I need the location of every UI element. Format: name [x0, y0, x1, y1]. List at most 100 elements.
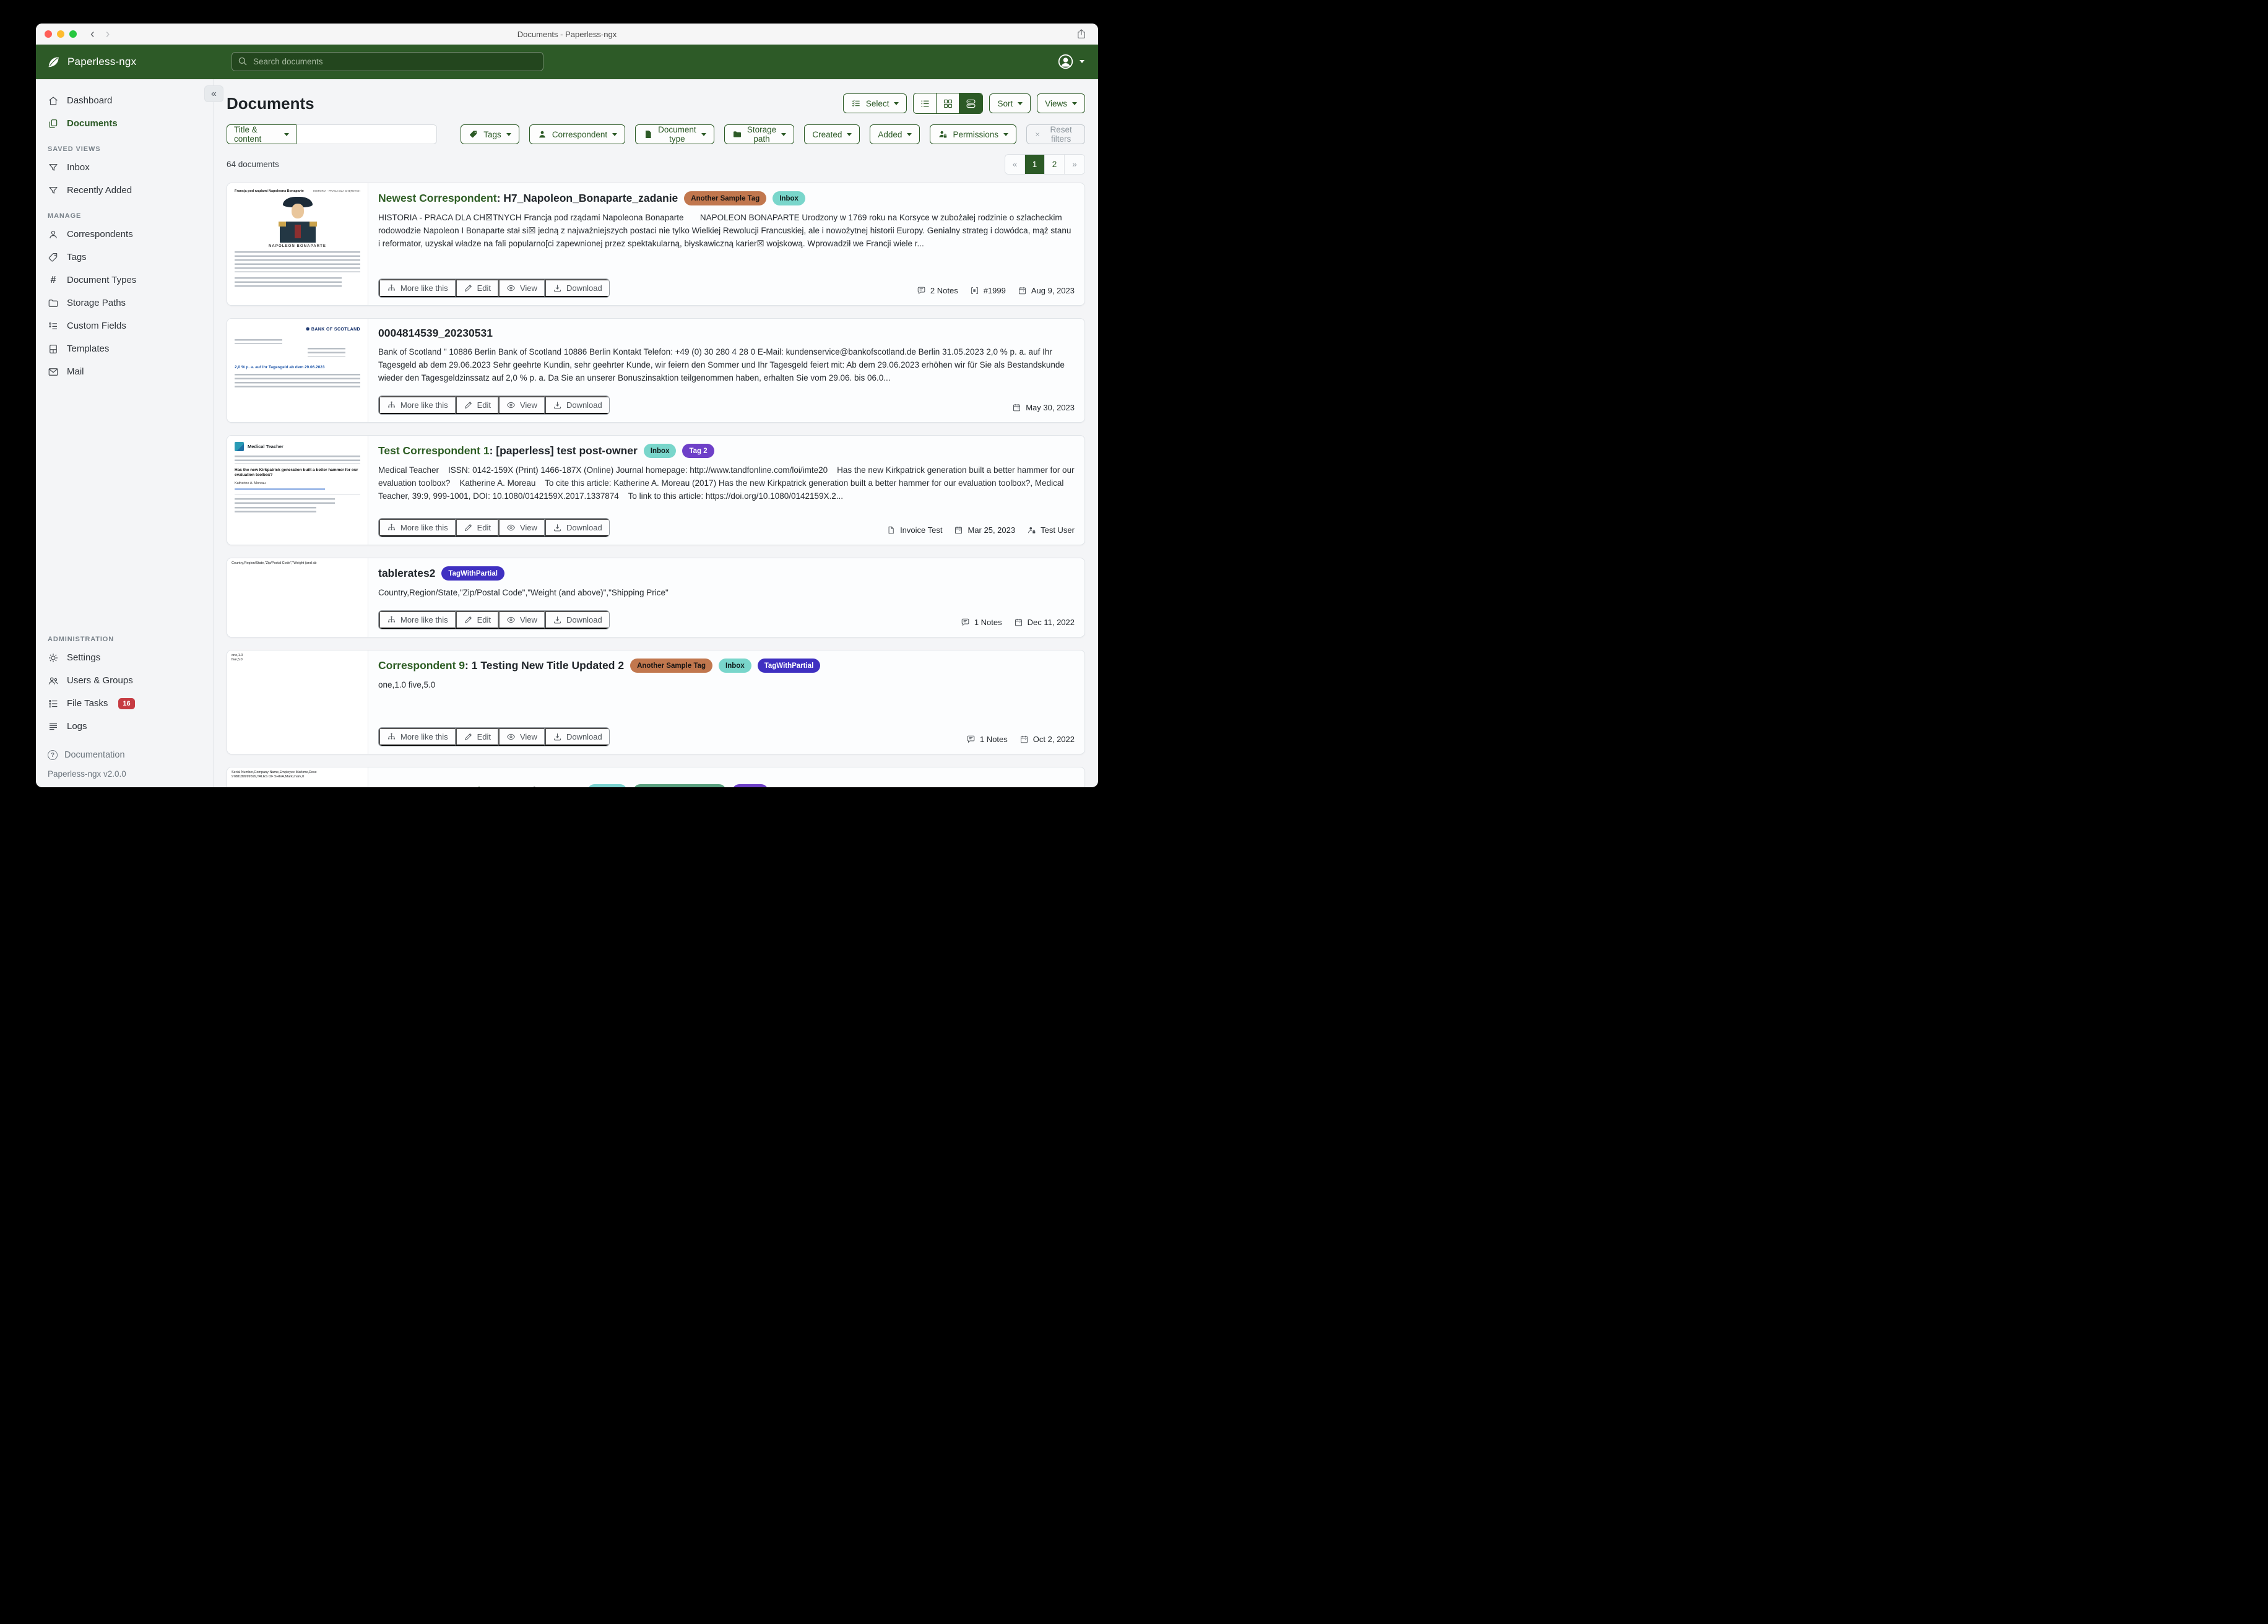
document-type-meta[interactable]: Invoice Test — [886, 525, 942, 535]
search-input[interactable] — [232, 52, 543, 71]
back-button[interactable]: ‹ — [90, 28, 95, 40]
minimize-button[interactable] — [57, 30, 64, 38]
download-button[interactable]: Download — [545, 611, 609, 629]
close-button[interactable] — [45, 30, 52, 38]
view-mode-detail-button[interactable] — [959, 93, 982, 113]
views-button[interactable]: Views — [1037, 93, 1085, 113]
sidebar-item-mail[interactable]: Mail — [36, 360, 214, 383]
document-correspondent[interactable]: Newest Correspondent — [378, 785, 497, 787]
sidebar-item-custom-fields[interactable]: Custom Fields — [36, 314, 214, 337]
document-name: Sample100.csv — [503, 785, 581, 787]
documentation-link[interactable]: ? Documentation — [36, 745, 214, 765]
select-button[interactable]: Select — [843, 93, 907, 113]
account-menu[interactable] — [1057, 53, 1084, 70]
document-correspondent[interactable]: Newest Correspondent — [378, 192, 497, 204]
share-icon[interactable] — [1076, 28, 1087, 40]
tag-pill[interactable] — [587, 784, 627, 787]
tag-pill[interactable]: Inbox — [773, 191, 805, 205]
view-mode-list-button[interactable] — [914, 93, 937, 113]
pagination-page-1[interactable]: 1 — [1025, 155, 1045, 174]
view-button[interactable]: View — [498, 279, 545, 297]
sidebar-item-documents[interactable]: Documents — [36, 112, 214, 135]
view-button[interactable]: View — [498, 519, 545, 537]
sidebar-item-settings[interactable]: Settings — [36, 646, 214, 669]
forward-button[interactable]: › — [106, 28, 110, 40]
tag-pill[interactable]: Inbox — [719, 659, 751, 673]
more-like-this-button[interactable]: More like this — [379, 519, 456, 537]
tag-pill[interactable]: TagWithPartial — [441, 566, 504, 581]
tag-pill[interactable]: Tag 2 — [682, 444, 714, 458]
notes-meta[interactable]: 1 Notes — [961, 618, 1002, 627]
edit-button[interactable]: Edit — [456, 728, 498, 746]
document-title[interactable]: 0004814539_20230531 — [378, 327, 493, 340]
barcode-icon — [970, 286, 979, 295]
tag-pill[interactable] — [732, 784, 768, 787]
sidebar-item-templates[interactable]: Templates — [36, 337, 214, 360]
pagination-page-2[interactable]: 2 — [1045, 155, 1065, 174]
title-content-input[interactable] — [296, 124, 437, 144]
notes-meta[interactable]: 2 Notes — [917, 286, 958, 295]
more-like-this-button[interactable]: More like this — [379, 728, 456, 746]
app-brand[interactable]: Paperless-ngx — [36, 55, 136, 69]
sidebar-item-recently-added[interactable]: Recently Added — [36, 179, 214, 202]
sort-button[interactable]: Sort — [989, 93, 1031, 113]
document-title[interactable]: Correspondent 9: 1 Testing New Title Upd… — [378, 659, 624, 672]
title-content-dropdown[interactable]: Title & content — [227, 124, 296, 144]
tag-pill[interactable] — [633, 784, 726, 787]
sidebar-collapse-button[interactable]: « — [204, 85, 223, 102]
zoom-button[interactable] — [69, 30, 77, 38]
document-correspondent[interactable]: Test Correspondent 1 — [378, 444, 490, 457]
notes-meta[interactable]: 1 Notes — [966, 735, 1008, 744]
download-button[interactable]: Download — [545, 279, 609, 297]
added-filter-button[interactable]: Added — [870, 124, 920, 144]
document-title[interactable]: Newest Correspondent: H7_Napoleon_Bonapa… — [378, 192, 678, 205]
permissions-filter-button[interactable]: Permissions — [930, 124, 1016, 144]
tags-filter-button[interactable]: Tags — [461, 124, 519, 144]
more-like-this-button[interactable]: More like this — [379, 279, 456, 297]
edit-button[interactable]: Edit — [456, 519, 498, 537]
sidebar-item-file-tasks[interactable]: File Tasks 16 — [36, 692, 214, 715]
storage-path-filter-button[interactable]: Storage path — [724, 124, 795, 144]
document-thumbnail[interactable]: one,1.0 five,5.0 — [227, 650, 368, 754]
edit-button[interactable]: Edit — [456, 396, 498, 414]
view-mode-grid-button[interactable] — [937, 93, 959, 113]
document-thumbnail[interactable]: Francja pod rządami Napoleona Bonaparte … — [227, 183, 368, 305]
tag-pill[interactable]: Another Sample Tag — [684, 191, 766, 205]
document-title[interactable]: tablerates2 — [378, 567, 435, 580]
document-title[interactable]: Test Correspondent 1: [paperless] test p… — [378, 444, 638, 457]
pagination-prev[interactable]: « — [1005, 155, 1025, 174]
download-button[interactable]: Download — [545, 728, 609, 746]
document-thumbnail[interactable]: Country,Region/State,"Zip/Postal Code","… — [227, 558, 368, 637]
sidebar-item-tags[interactable]: Tags — [36, 246, 214, 269]
sidebar-item-inbox[interactable]: Inbox — [36, 156, 214, 179]
created-filter-button[interactable]: Created — [804, 124, 860, 144]
pagination-next[interactable]: » — [1065, 155, 1084, 174]
sidebar-item-label: Tags — [67, 252, 87, 262]
sidebar-item-users-groups[interactable]: Users & Groups — [36, 669, 214, 692]
download-button[interactable]: Download — [545, 519, 609, 537]
sidebar-item-logs[interactable]: Logs — [36, 715, 214, 738]
sidebar-item-document-types[interactable]: # Document Types — [36, 269, 214, 292]
sidebar-item-storage-paths[interactable]: Storage Paths — [36, 292, 214, 314]
more-like-this-button[interactable]: More like this — [379, 611, 456, 629]
tag-pill[interactable]: TagWithPartial — [758, 659, 821, 673]
document-thumbnail[interactable]: ❁ BANK OF SCOTLAND 2,0 % p. a. auf Ihr T… — [227, 319, 368, 422]
view-button[interactable]: View — [498, 611, 545, 629]
document-thumbnail[interactable]: Serial Number,Company Name,Employee Mark… — [227, 767, 368, 787]
download-button[interactable]: Download — [545, 396, 609, 414]
edit-button[interactable]: Edit — [456, 611, 498, 629]
correspondent-filter-button[interactable]: Correspondent — [529, 124, 625, 144]
view-button[interactable]: View — [498, 396, 545, 414]
tag-pill[interactable]: Inbox — [644, 444, 677, 458]
tag-pill[interactable]: Another Sample Tag — [630, 659, 712, 673]
sidebar-item-dashboard[interactable]: Dashboard — [36, 89, 214, 112]
sidebar-item-correspondents[interactable]: Correspondents — [36, 223, 214, 246]
document-thumbnail[interactable]: Medical Teacher Has the new Kirkpatrick … — [227, 436, 368, 545]
document-type-filter-button[interactable]: Document type — [635, 124, 714, 144]
view-button[interactable]: View — [498, 728, 545, 746]
reset-filters-button[interactable]: Reset filters — [1026, 124, 1085, 144]
edit-button[interactable]: Edit — [456, 279, 498, 297]
document-correspondent[interactable]: Correspondent 9 — [378, 659, 465, 672]
document-title[interactable]: Newest Correspondent: Sample100.csv — [378, 785, 581, 787]
more-like-this-button[interactable]: More like this — [379, 396, 456, 414]
